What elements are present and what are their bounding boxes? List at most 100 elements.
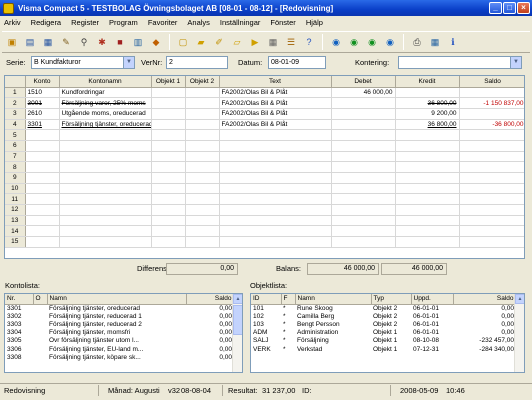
cell-kredit[interactable] <box>395 204 460 216</box>
header-objekt1[interactable]: Objekt 1 <box>151 76 186 88</box>
cell-debet[interactable] <box>331 129 396 141</box>
cell-kontonamn[interactable] <box>59 129 152 141</box>
cell-text[interactable] <box>219 161 332 173</box>
voucher-grid[interactable]: Konto Kontonamn Objekt 1 Objekt 2 Text D… <box>4 75 525 259</box>
folder-arrow-icon[interactable]: ▶ <box>247 34 263 50</box>
cell-kontonamn[interactable] <box>59 204 152 216</box>
ol-header-uppd[interactable]: Uppd. <box>411 294 454 305</box>
table-row[interactable]: 6 <box>5 140 524 152</box>
kl-header-saldo[interactable]: Saldo <box>186 294 235 305</box>
header-konto[interactable]: Konto <box>25 76 60 88</box>
menu-hjalp[interactable]: Hjälp <box>305 18 324 27</box>
save-icon[interactable]: ▤ <box>22 34 38 50</box>
new-icon[interactable]: ▣ <box>4 34 20 50</box>
cell-objekt2[interactable] <box>185 172 220 184</box>
cell-debet[interactable] <box>331 172 396 184</box>
document-icon[interactable]: ▢ <box>175 34 191 50</box>
cell-kredit[interactable] <box>395 151 460 163</box>
list-item[interactable]: 3304 Försäljning tjänster, momsfri 0,00 <box>5 329 234 337</box>
cell-text[interactable] <box>219 193 332 206</box>
table-row[interactable]: 8 <box>5 161 524 173</box>
list-item[interactable]: 3303 Försäljning tjänster, reducerad 2 0,0… <box>5 320 234 328</box>
cell-kontonamn[interactable]: Kundfordringar <box>59 87 152 99</box>
cell-kontonamn[interactable] <box>59 172 152 184</box>
cell-debet[interactable] <box>331 183 396 195</box>
cell-objekt2[interactable] <box>185 129 220 141</box>
cell-text[interactable] <box>219 140 332 152</box>
cell-debet[interactable] <box>331 215 396 227</box>
cell-text[interactable]: FA2002/Olas Bil & Plåt <box>219 87 332 99</box>
grid-icon[interactable]: ▦ <box>427 34 443 50</box>
cell-kontonamn[interactable] <box>59 140 152 152</box>
cell-debet[interactable] <box>331 97 396 109</box>
cell-objekt1[interactable] <box>151 119 186 131</box>
cell-kredit[interactable] <box>395 129 460 141</box>
cell-objekt2[interactable] <box>185 151 220 163</box>
kontering-select[interactable]: ▼ <box>398 56 522 69</box>
vernr-input[interactable]: 2 <box>166 56 228 69</box>
scroll-up-icon[interactable]: ▲ <box>515 294 524 304</box>
header-objekt2[interactable]: Objekt 2 <box>185 76 220 88</box>
cell-kredit[interactable]: 36 800,00 <box>395 119 460 131</box>
list-item[interactable]: 3305 Övr försäljning tjänster utom l... 0,… <box>5 337 234 345</box>
table-row[interactable]: 5 <box>5 129 524 141</box>
cell-konto[interactable]: 3301 <box>25 119 60 131</box>
cell-saldo[interactable] <box>459 215 524 227</box>
cell-objekt1[interactable] <box>151 204 186 216</box>
cell-text[interactable]: FA2002/Olas Bil & Plåt <box>219 97 332 109</box>
cell-saldo[interactable] <box>459 172 524 184</box>
cell-kontonamn[interactable] <box>59 225 152 238</box>
cell-objekt1[interactable] <box>151 193 186 206</box>
help-icon[interactable]: ? <box>301 34 317 50</box>
maximize-button[interactable]: □ <box>503 2 516 14</box>
list-item[interactable]: SÄLJ * Försäljning Objekt 1 08-10-08 -232 457… <box>251 337 516 345</box>
cell-saldo[interactable] <box>459 236 524 248</box>
cell-kredit[interactable] <box>395 161 460 173</box>
list-icon[interactable]: ☰ <box>283 34 299 50</box>
table-row[interactable]: 10 <box>5 183 524 195</box>
cell-konto[interactable] <box>25 215 60 227</box>
cell-objekt2[interactable] <box>185 108 220 120</box>
cell-text[interactable] <box>219 225 332 238</box>
menu-favoriter[interactable]: Favoriter <box>147 18 179 27</box>
kontolista-scrollbar[interactable]: ▲ <box>232 294 242 372</box>
cell-konto[interactable]: 1510 <box>25 87 60 99</box>
table-row[interactable]: 9 <box>5 172 524 184</box>
table-row[interactable]: 13 <box>5 215 524 227</box>
objektlista-scrollbar[interactable]: ▲ <box>514 294 524 372</box>
table-row[interactable]: 2 3001 Försäljning varor, 25% moms FA2002/O… <box>5 97 524 109</box>
header-saldo[interactable]: Saldo <box>459 76 524 88</box>
cell-objekt1[interactable] <box>151 225 186 238</box>
cell-konto[interactable]: 3001 <box>25 97 60 109</box>
cell-konto[interactable] <box>25 161 60 173</box>
ol-header-namn[interactable]: Namn <box>295 294 372 305</box>
chart-icon[interactable]: ▥ <box>130 34 146 50</box>
cell-objekt1[interactable] <box>151 129 186 141</box>
cell-saldo[interactable] <box>459 108 524 120</box>
menu-register[interactable]: Register <box>70 18 100 27</box>
nav-next-icon[interactable]: ◉ <box>364 34 380 50</box>
cell-objekt2[interactable] <box>185 204 220 216</box>
cell-objekt2[interactable] <box>185 236 220 248</box>
table-row[interactable]: 1 1510 Kundfordringar FA2002/Olas Bil & Plå… <box>5 87 524 99</box>
cell-debet[interactable] <box>331 119 396 131</box>
cell-kontonamn[interactable]: Försäljning tjänster, oreducerad <box>59 119 152 131</box>
cell-saldo[interactable] <box>459 140 524 152</box>
cell-objekt1[interactable] <box>151 161 186 173</box>
cell-kontonamn[interactable] <box>59 193 152 206</box>
cell-kredit[interactable] <box>395 172 460 184</box>
cell-objekt1[interactable] <box>151 183 186 195</box>
cell-text[interactable]: FA2002/Olas Bil & Plåt <box>219 108 332 120</box>
header-kontonamn[interactable]: Kontonamn <box>59 76 152 88</box>
cell-konto[interactable] <box>25 204 60 216</box>
cell-kredit[interactable]: 36 800,00 <box>395 97 460 109</box>
nav-prev-icon[interactable]: ◉ <box>346 34 362 50</box>
cell-objekt1[interactable] <box>151 97 186 109</box>
nav-last-icon[interactable]: ◉ <box>382 34 398 50</box>
cell-kontonamn[interactable]: Försäljning varor, 25% moms <box>59 97 152 109</box>
cell-saldo[interactable] <box>459 161 524 173</box>
cell-text[interactable] <box>219 172 332 184</box>
cell-kredit[interactable] <box>395 236 460 248</box>
cell-text[interactable] <box>219 183 332 195</box>
cell-kredit[interactable] <box>395 225 460 238</box>
